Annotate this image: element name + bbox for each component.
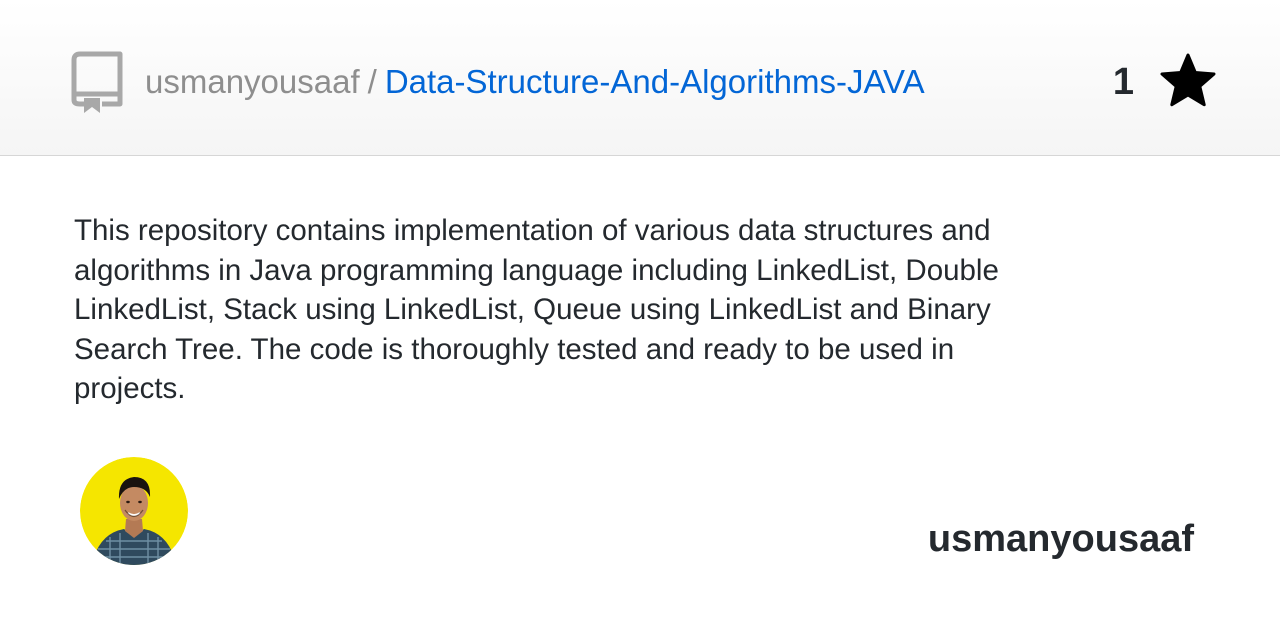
owner-link[interactable]: usmanyousaaf: [145, 63, 360, 100]
repo-header: usmanyousaaf / Data-Structure-And-Algorith…: [0, 0, 1280, 156]
repo-icon: [71, 51, 123, 113]
repo-name-link[interactable]: Data-Structure-And-Algorithms-JAVA: [385, 63, 925, 100]
star-icon: [1160, 53, 1216, 107]
repo-description: This repository contains implementation …: [74, 214, 999, 405]
repo-title: usmanyousaaf / Data-Structure-And-Algorith…: [145, 60, 925, 104]
username: usmanyousaaf: [927, 518, 1194, 560]
star-count: 1: [1112, 60, 1134, 103]
title-separator: /: [367, 63, 377, 100]
star-counter[interactable]: 1: [1113, 52, 1218, 112]
avatar[interactable]: [80, 457, 188, 565]
